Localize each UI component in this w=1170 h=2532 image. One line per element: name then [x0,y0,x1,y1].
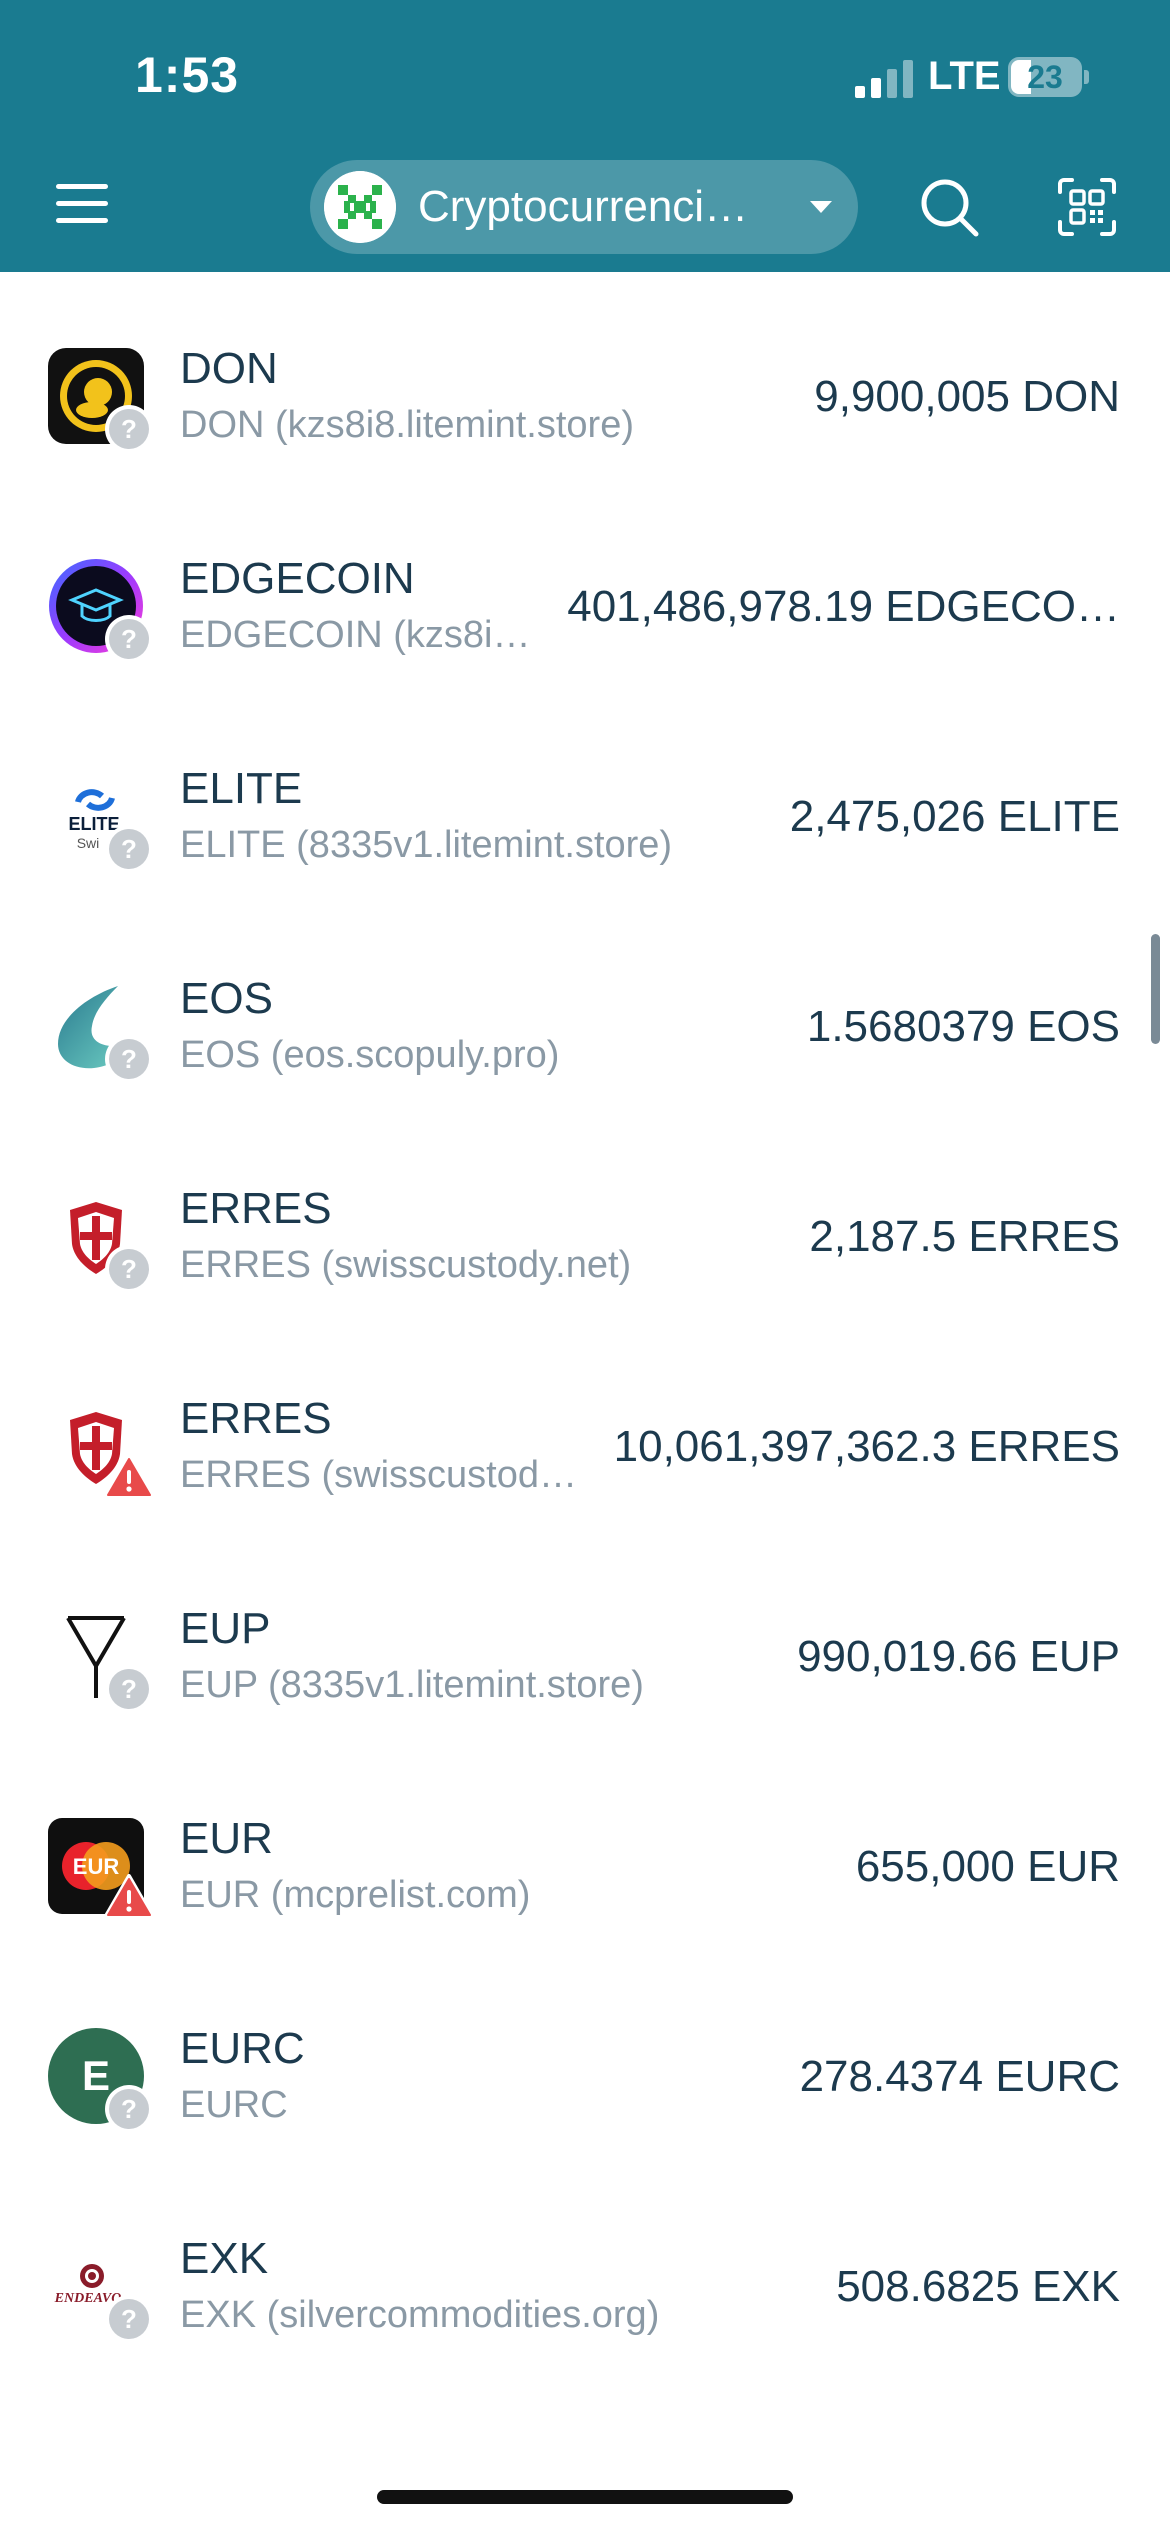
token-name: EUP [180,1604,271,1653]
status-time: 1:53 [135,47,240,103]
network-type-label: LTE [928,54,1001,98]
token-balance: 1.5680379 EOS [806,1002,1120,1051]
token-row-eos[interactable]: ? EOS EOS (eos.scopuly.pro) 1.5680379 EO… [0,902,1170,1112]
token-name: ERRES [180,1394,332,1443]
token-row-eup[interactable]: ? EUP EUP (8335v1.litemint.store) 990,01… [0,1532,1170,1742]
token-balance: 9,900,005 DON [814,372,1120,421]
svg-text:?: ? [121,2094,137,2124]
token-name: ELITE [180,764,303,813]
token-issuer: EDGECOIN (kzs8i… [180,614,531,656]
token-balance: 10,061,397,362.3 ERRES [613,1422,1120,1471]
token-name: EURC [180,2024,305,2073]
token-issuer: ELITE (8335v1.litemint.store) [180,824,673,866]
token-name: EUR [180,1814,273,1863]
token-row-don[interactable]: ? DON DON (kzs8i8.litemint.store) 9,900,… [0,272,1170,482]
token-name: DON [180,344,278,393]
token-name: ERRES [180,1184,332,1233]
svg-text:?: ? [121,1044,137,1074]
token-issuer: EOS (eos.scopuly.pro) [180,1034,560,1076]
token-row-eurc[interactable]: E ? EURC EURC 278.4374 EURC [0,1952,1170,2162]
network-selector[interactable]: Cryptocurrenci… [310,160,858,254]
qr-scan-icon[interactable] [1056,176,1118,238]
unknown-asset-badge-icon: ? [105,825,153,873]
elite-icon-subtext: Swi [77,835,100,851]
svg-text:?: ? [121,624,137,654]
token-issuer: ERRES (swisscustody.… [180,1454,590,1496]
svg-text:?: ? [121,1674,137,1704]
token-row-eur[interactable]: EUR EUR EUR (mcprelist.com) 655,000 EUR [0,1742,1170,1952]
token-issuer: EURC [180,2084,288,2126]
unknown-asset-badge-icon: ? [105,1245,153,1293]
token-issuer: EXK (silvercommodities.org) [180,2294,660,2336]
unknown-asset-badge-icon: ? [105,1035,153,1083]
cellular-signal-icon [855,60,913,98]
token-row-exk[interactable]: ENDEAVO ? EXK EXK (silvercommodities.org… [0,2162,1170,2372]
token-issuer: DON (kzs8i8.litemint.store) [180,404,634,446]
scrollbar[interactable] [1151,934,1160,1044]
token-row-elite[interactable]: ELITE Swi ? ELITE ELITE (8335v1.litemint… [0,692,1170,902]
unknown-asset-badge-icon: ? [105,2295,153,2343]
home-indicator[interactable] [377,2490,793,2504]
battery-level: 23 [1027,59,1063,95]
hamburger-menu-icon[interactable] [52,178,114,230]
token-issuer: EUR (mcprelist.com) [180,1874,531,1916]
token-row-erres[interactable]: ? ERRES ERRES (swisscustody.net) 2,187.5… [0,1112,1170,1322]
token-name: EXK [180,2234,269,2283]
token-issuer: EUP (8335v1.litemint.store) [180,1664,644,1706]
top-app-bar: 1:53 LTE 23 Cryptocurrenci… [0,0,1170,272]
warning-badge-icon [104,1454,154,1498]
unknown-asset-badge-icon: ? [105,615,153,663]
network-name: Cryptocurrenci… [418,182,749,231]
network-logo-icon [324,171,396,243]
token-balance: 508.6825 EXK [836,2262,1120,2311]
token-balance: 2,187.5 ERRES [809,1212,1120,1261]
warning-badge-icon [104,1874,154,1918]
token-row-erres-warning[interactable]: ERRES ERRES (swisscustody.… 10,061,397,3… [0,1322,1170,1532]
token-balance: 655,000 EUR [855,1842,1120,1891]
battery-icon: 23 [1008,57,1089,97]
token-issuer: ERRES (swisscustody.net) [180,1244,632,1286]
token-name: EDGECOIN [180,554,415,603]
token-balance: 401,486,978.19 EDGECO… [567,582,1120,631]
token-name: EOS [180,974,273,1023]
svg-text:?: ? [121,414,137,444]
unknown-asset-badge-icon: ? [105,405,153,453]
token-row-edgecoin[interactable]: ? EDGECOIN EDGECOIN (kzs8i… 401,486,978.… [0,482,1170,692]
svg-text:?: ? [121,834,137,864]
svg-text:?: ? [121,2304,137,2334]
token-balance: 990,019.66 EUP [797,1632,1120,1681]
token-balance: 278.4374 EURC [799,2052,1120,2101]
svg-text:?: ? [121,1254,137,1284]
unknown-asset-badge-icon: ? [105,2085,153,2133]
chevron-down-icon [810,201,832,213]
token-balance: 2,475,026 ELITE [789,792,1120,841]
unknown-asset-badge-icon: ? [105,1665,153,1713]
search-icon[interactable] [918,176,980,238]
